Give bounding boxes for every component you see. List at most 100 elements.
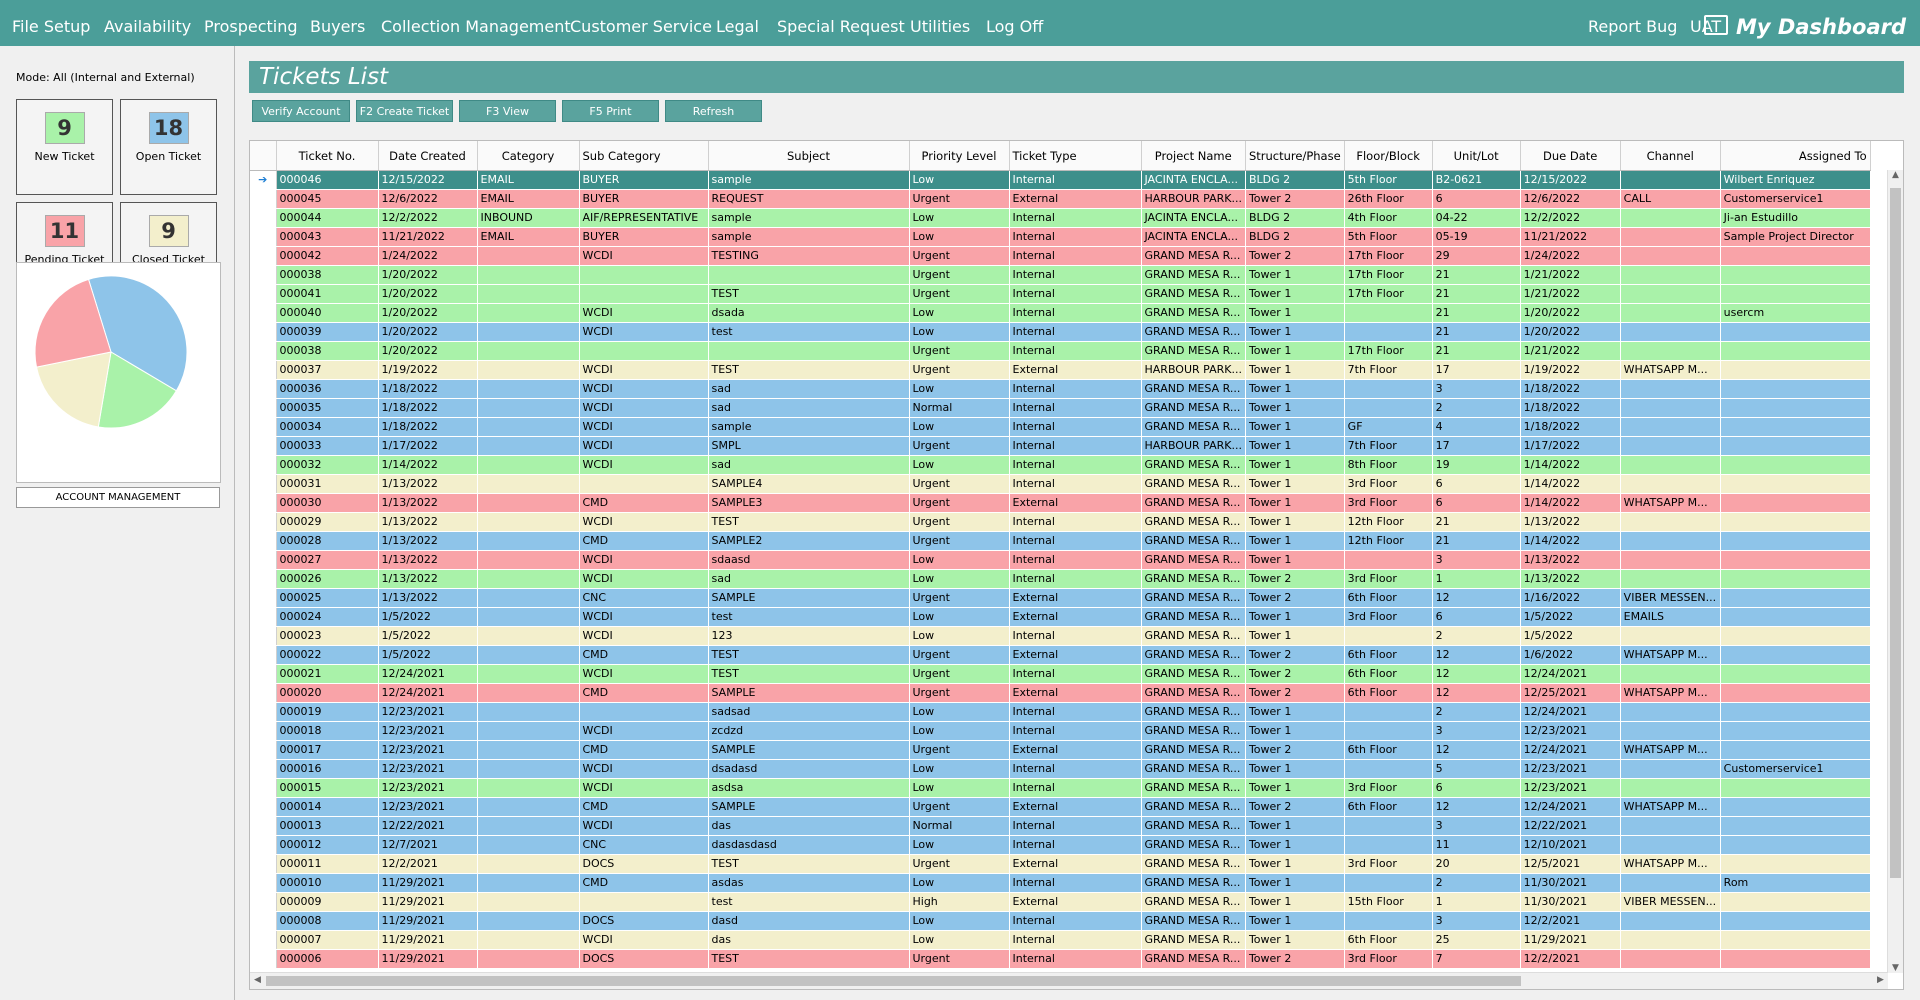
vertical-scrollbar[interactable]: ▲ ▼ (1887, 170, 1903, 973)
row-indicator[interactable] (250, 189, 277, 209)
menu-buyers[interactable]: Buyers (310, 0, 365, 46)
table-row[interactable]: 000011 12/2/2021 DOCS TEST Urgent External GRA… (250, 854, 1871, 874)
row-indicator[interactable] (250, 322, 277, 342)
row-indicator[interactable] (250, 550, 277, 570)
row-indicator[interactable] (250, 854, 277, 874)
refresh-button[interactable]: Refresh (665, 100, 762, 122)
table-row[interactable]: 000010 11/29/2021 CMD asdas Low Internal GRAND… (250, 873, 1871, 893)
row-indicator[interactable] (250, 892, 277, 912)
column-header[interactable]: Due Date (1520, 141, 1621, 171)
view-ticket-button[interactable]: F3 View (459, 100, 556, 122)
table-row[interactable]: 000038 1/20/2022 Urgent Internal GRAND MESA … (250, 341, 1871, 361)
table-row[interactable]: 000023 1/5/2022 WCDI 123 Low Internal GRAND ME… (250, 626, 1871, 646)
horizontal-scrollbar[interactable]: ◀ ▶ (250, 972, 1888, 989)
column-header[interactable]: Channel (1620, 141, 1721, 171)
column-header[interactable]: Date Created (378, 141, 478, 171)
row-indicator[interactable] (250, 398, 277, 418)
row-indicator[interactable] (250, 303, 277, 323)
menu-prospecting[interactable]: Prospecting (204, 0, 298, 46)
column-header[interactable]: Floor/Block (1344, 141, 1433, 171)
table-row[interactable]: 000008 11/29/2021 DOCS dasd Low Internal GRAND… (250, 911, 1871, 931)
table-row[interactable]: 000030 1/13/2022 CMD SAMPLE3 Urgent External G… (250, 493, 1871, 513)
column-header[interactable]: Category (477, 141, 580, 171)
row-indicator[interactable] (250, 493, 277, 513)
scroll-right-icon[interactable]: ▶ (1873, 975, 1888, 985)
table-row[interactable]: ➔ 000046 12/15/2022 EMAIL BUYER sample Low Inte… (250, 170, 1871, 190)
row-indicator[interactable] (250, 284, 277, 304)
row-indicator[interactable] (250, 816, 277, 836)
account-management-button[interactable]: ACCOUNT MANAGEMENT (16, 487, 220, 508)
table-row[interactable]: 000014 12/23/2021 CMD SAMPLE Urgent External G… (250, 797, 1871, 817)
menu-collection-management[interactable]: Collection Management (381, 0, 571, 46)
row-indicator[interactable] (250, 740, 277, 760)
row-indicator[interactable] (250, 246, 277, 266)
table-row[interactable]: 000039 1/20/2022 WCDI test Low Internal GRAND … (250, 322, 1871, 342)
table-row[interactable]: 000044 12/2/2022 INBOUND AIF/REPRESENTATIVE… (250, 208, 1871, 228)
row-indicator[interactable] (250, 949, 277, 969)
row-indicator[interactable] (250, 873, 277, 893)
row-indicator[interactable] (250, 417, 277, 437)
row-indicator[interactable] (250, 626, 277, 646)
table-row[interactable]: 000006 11/29/2021 DOCS TEST Urgent Internal GR… (250, 949, 1871, 969)
table-row[interactable]: 000009 11/29/2021 test High External GRAND ME… (250, 892, 1871, 912)
row-indicator[interactable] (250, 227, 277, 247)
table-row[interactable]: 000034 1/18/2022 WCDI sample Low Internal GRAN… (250, 417, 1871, 437)
row-indicator[interactable] (250, 664, 277, 684)
row-indicator[interactable] (250, 930, 277, 950)
table-row[interactable]: 000021 12/24/2021 WCDI TEST Urgent Internal GR… (250, 664, 1871, 684)
column-header[interactable]: Structure/Phase (1245, 141, 1345, 171)
column-header[interactable]: Unit/Lot (1432, 141, 1521, 171)
scroll-left-icon[interactable]: ◀ (250, 975, 265, 985)
menu-utilities[interactable]: Utilities (910, 0, 970, 46)
table-row[interactable]: 000045 12/6/2022 EMAIL BUYER REQUEST Urgent Ex… (250, 189, 1871, 209)
table-row[interactable]: 000012 12/7/2021 CNC dasdasdasd Low Internal G… (250, 835, 1871, 855)
row-indicator[interactable] (250, 531, 277, 551)
menu-file-setup[interactable]: File Setup (12, 0, 90, 46)
menu-availability[interactable]: Availability (104, 0, 191, 46)
table-row[interactable]: 000024 1/5/2022 WCDI test Low External GRAND M… (250, 607, 1871, 627)
current-row-arrow-icon[interactable]: ➔ (250, 170, 277, 190)
create-ticket-button[interactable]: F2 Create Ticket (356, 100, 453, 122)
column-header[interactable]: Project Name (1141, 141, 1246, 171)
row-indicator[interactable] (250, 265, 277, 285)
table-row[interactable]: 000013 12/22/2021 WCDI das Normal Internal GRA… (250, 816, 1871, 836)
print-button[interactable]: F5 Print (562, 100, 659, 122)
table-row[interactable]: 000043 11/21/2022 EMAIL BUYER sample Low Inter… (250, 227, 1871, 247)
row-indicator[interactable] (250, 607, 277, 627)
row-indicator[interactable] (250, 645, 277, 665)
menu-log-off[interactable]: Log Off (986, 0, 1043, 46)
table-row[interactable]: 000029 1/13/2022 WCDI TEST Urgent Internal GRA… (250, 512, 1871, 532)
table-row[interactable]: 000027 1/13/2022 WCDI sdaasd Low Internal GRAN… (250, 550, 1871, 570)
table-row[interactable]: 000022 1/5/2022 CMD TEST Urgent External GRAND… (250, 645, 1871, 665)
table-row[interactable]: 000031 1/13/2022 SAMPLE4 Urgent Internal GRAN… (250, 474, 1871, 494)
column-header[interactable]: Priority Level (909, 141, 1010, 171)
table-row[interactable]: 000026 1/13/2022 WCDI sad Low Internal GRAND M… (250, 569, 1871, 589)
table-row[interactable]: 000041 1/20/2022 TEST Urgent Internal GRAND M… (250, 284, 1871, 304)
row-indicator[interactable] (250, 588, 277, 608)
column-header[interactable]: Subject (708, 141, 910, 171)
column-header[interactable]: Assigned To (1720, 141, 1871, 171)
table-row[interactable]: 000035 1/18/2022 WCDI sad Normal Internal GRAN… (250, 398, 1871, 418)
table-row[interactable]: 000007 11/29/2021 WCDI das Low Internal GRAND … (250, 930, 1871, 950)
scroll-up-icon[interactable]: ▲ (1888, 170, 1903, 180)
row-indicator[interactable] (250, 436, 277, 456)
table-row[interactable]: 000040 1/20/2022 WCDI dsada Low Internal GRAND… (250, 303, 1871, 323)
row-indicator[interactable] (250, 455, 277, 475)
row-indicator[interactable] (250, 778, 277, 798)
row-indicator[interactable] (250, 702, 277, 722)
menu-customer-service[interactable]: Customer Service (570, 0, 712, 46)
row-indicator[interactable] (250, 911, 277, 931)
table-row[interactable]: 000042 1/24/2022 WCDI TESTING Urgent Internal… (250, 246, 1871, 266)
table-row[interactable]: 000028 1/13/2022 CMD SAMPLE2 Urgent Internal G… (250, 531, 1871, 551)
table-row[interactable]: 000020 12/24/2021 CMD SAMPLE Urgent External G… (250, 683, 1871, 703)
report-bug-link[interactable]: Report Bug (1588, 0, 1677, 46)
table-row[interactable]: 000032 1/14/2022 WCDI sad Low Internal GRAND M… (250, 455, 1871, 475)
table-row[interactable]: 000038 1/20/2022 Urgent Internal GRAND MESA … (250, 265, 1871, 285)
table-row[interactable]: 000018 12/23/2021 WCDI zcdzd Low Internal GRAN… (250, 721, 1871, 741)
row-indicator[interactable] (250, 721, 277, 741)
menu-special-request[interactable]: Special Request (777, 0, 905, 46)
row-indicator[interactable] (250, 797, 277, 817)
row-indicator[interactable] (250, 512, 277, 532)
scroll-down-icon[interactable]: ▼ (1888, 963, 1903, 973)
table-row[interactable]: 000017 12/23/2021 CMD SAMPLE Urgent External G… (250, 740, 1871, 760)
